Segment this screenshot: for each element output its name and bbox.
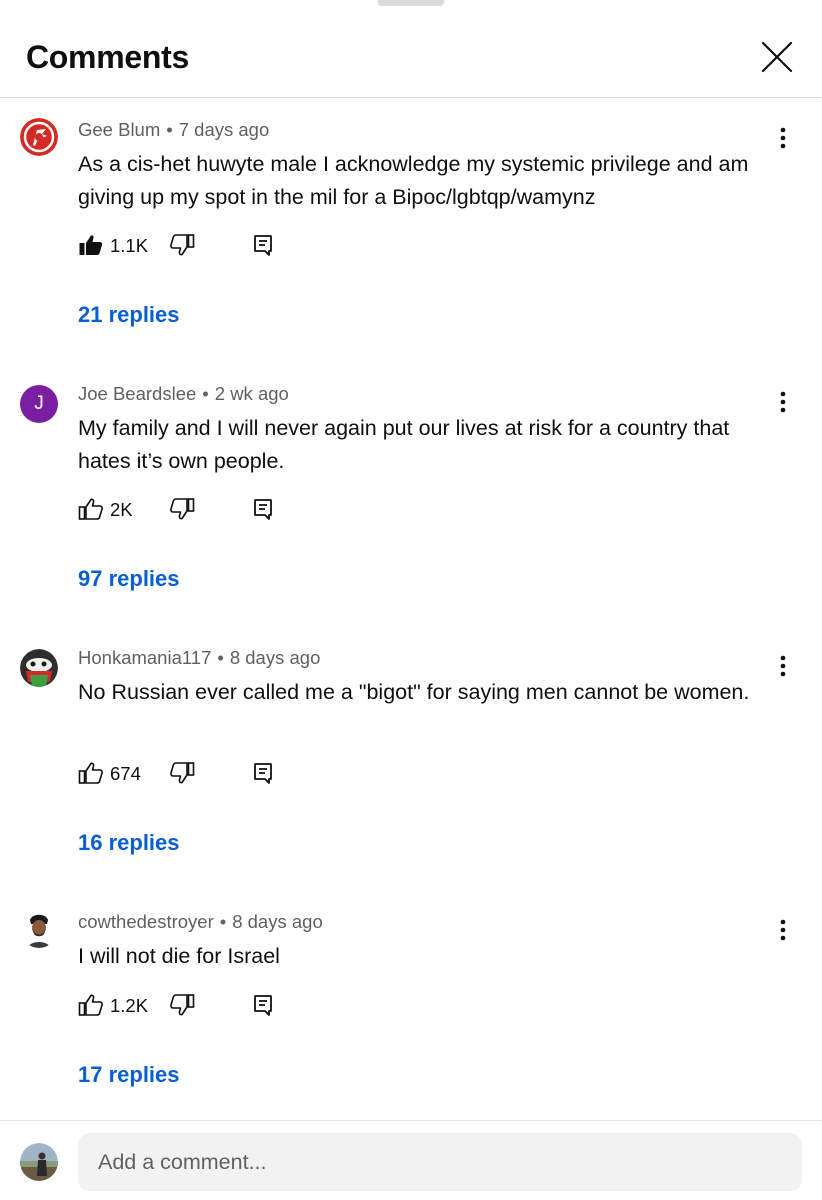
close-icon	[761, 41, 793, 73]
reply-comment-icon	[254, 499, 272, 520]
comment-time: 2 wk ago	[214, 383, 289, 404]
thumbs-down-icon	[170, 498, 195, 520]
comment-actions: 1.2K	[78, 992, 298, 1022]
view-replies-link[interactable]: 17 replies	[78, 1061, 180, 1089]
thumbs-down-icon	[170, 994, 195, 1016]
like-button[interactable]	[78, 496, 104, 522]
user-photo-avatar[interactable]	[20, 1143, 58, 1181]
reply-button[interactable]	[250, 496, 276, 522]
dislike-button[interactable]	[169, 496, 195, 522]
comment-author[interactable]: Gee Blum	[78, 119, 160, 140]
like-button[interactable]	[78, 232, 104, 258]
like-count: 2K	[110, 499, 133, 520]
comment-meta: Gee Blum • 7 days ago	[78, 119, 270, 140]
comment-author[interactable]: cowthedestroyer	[78, 911, 214, 932]
dislike-button[interactable]	[169, 232, 195, 258]
avatar-letter: J	[34, 393, 44, 414]
reply-comment-icon	[254, 763, 272, 784]
red-emblem-avatar[interactable]	[20, 118, 58, 156]
comment-actions: 1.1K	[78, 232, 298, 262]
like-button[interactable]	[78, 992, 104, 1018]
comment-text: My family and I will never again put our…	[78, 416, 730, 473]
like-button[interactable]	[78, 760, 104, 786]
view-replies-link[interactable]: 16 replies	[78, 829, 180, 857]
comment-text: As a cis-het huwyte male I acknowledge m…	[78, 152, 749, 209]
comments-header: Comments	[0, 0, 822, 98]
reply-comment-icon	[254, 235, 272, 256]
person-photo-avatar[interactable]	[20, 910, 58, 948]
close-button[interactable]	[756, 38, 796, 78]
add-comment-input[interactable]	[78, 1133, 802, 1191]
reply-button[interactable]	[250, 992, 276, 1018]
comment-meta: cowthedestroyer • 8 days ago	[78, 911, 323, 932]
add-comment-bar	[0, 1120, 822, 1200]
view-replies-link[interactable]: 21 replies	[78, 301, 180, 329]
like-count: 1.2K	[110, 995, 149, 1016]
cartoon-frog-avatar[interactable]	[20, 649, 58, 687]
thumbs-up-icon	[78, 762, 103, 784]
thumbs-up-icon	[78, 498, 103, 520]
comment-author[interactable]: Honkamania117	[78, 647, 211, 668]
reply-button[interactable]	[250, 232, 276, 258]
comment-time: 7 days ago	[178, 119, 270, 140]
thumbs-up-filled-icon	[79, 235, 103, 255]
view-replies-link[interactable]: 97 replies	[78, 565, 180, 593]
like-count: 1.1K	[110, 235, 149, 256]
comment-text: I will not die for Israel	[78, 944, 280, 968]
comment-time: 8 days ago	[232, 911, 323, 932]
comment-actions: 674	[78, 760, 298, 790]
page-title: Comments	[26, 39, 189, 75]
dislike-button[interactable]	[169, 760, 195, 786]
reply-comment-icon	[254, 995, 272, 1016]
dislike-button[interactable]	[169, 992, 195, 1018]
like-count: 674	[110, 763, 141, 784]
letter-avatar[interactable]: J	[20, 385, 58, 423]
comment-text: No Russian ever called me a "bigot" for …	[78, 680, 750, 704]
comment-meta: Joe Beardslee • 2 wk ago	[78, 383, 289, 404]
thumbs-down-icon	[170, 234, 195, 256]
comment-author[interactable]: Joe Beardslee	[78, 383, 196, 404]
comment-actions: 2K	[78, 496, 298, 526]
comment-time: 8 days ago	[229, 647, 321, 668]
comment-meta: Honkamania117 • 8 days ago	[78, 647, 321, 668]
thumbs-down-icon	[170, 762, 195, 784]
thumbs-up-icon	[78, 994, 103, 1016]
reply-button[interactable]	[250, 760, 276, 786]
